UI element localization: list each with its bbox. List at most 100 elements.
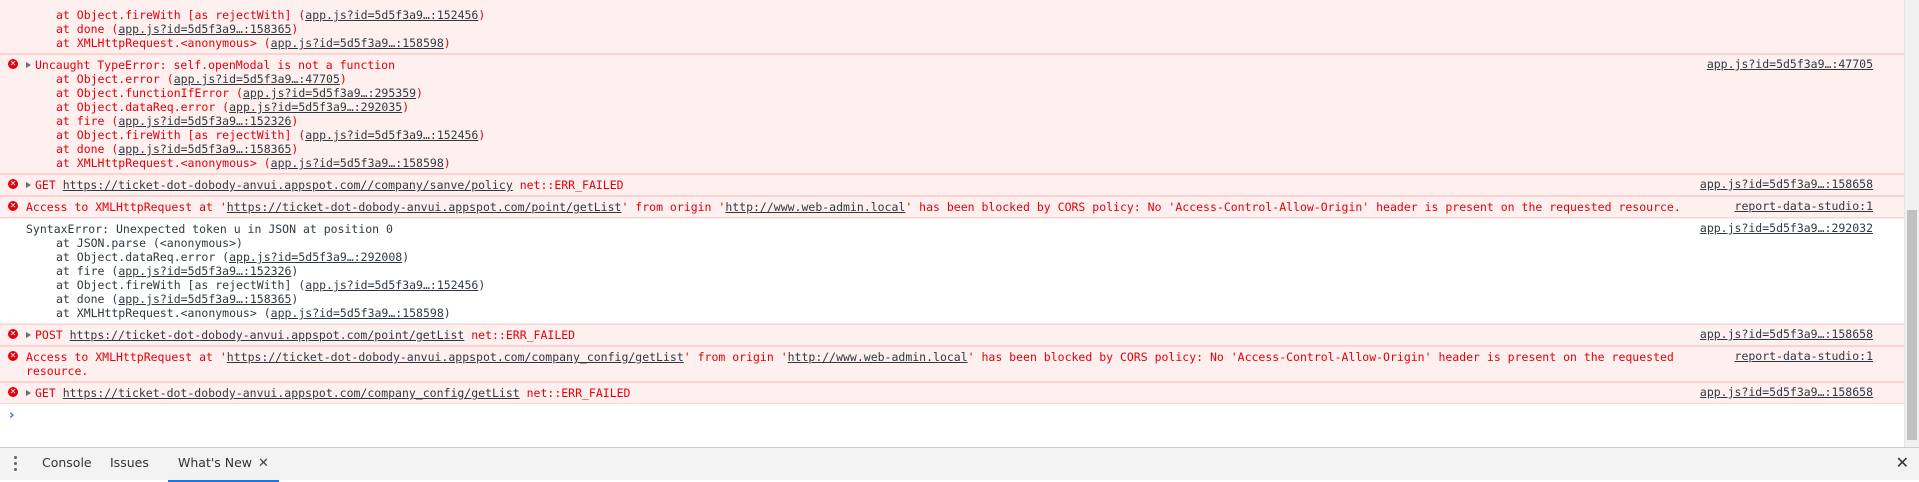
console-messages[interactable]: at Object.fireWith [as rejectWith] (app.…: [0, 0, 1905, 447]
stack-frame-text: at fire: [56, 264, 112, 278]
stack-frame: at XMLHttpRequest.<anonymous> (app.js?id…: [56, 36, 451, 50]
console-log-syntaxerror[interactable]: SyntaxError: Unexpected token u in JSON …: [0, 218, 1905, 324]
http-method: POST: [35, 328, 63, 342]
console-message[interactable]: GET https://ticket-dot-dobody-anvui.apps…: [0, 178, 1905, 192]
stack-frame-link[interactable]: app.js?id=5d5f3a9…:152456: [305, 128, 478, 142]
tab-label: Issues: [110, 455, 149, 470]
stack-frame-text: at done: [56, 292, 112, 306]
tab-whats-new[interactable]: What's New ✕: [168, 448, 279, 482]
stack-frame-link[interactable]: app.js?id=5d5f3a9…:158365: [118, 292, 291, 306]
console-message[interactable]: Uncaught TypeError: self.openModal is no…: [0, 58, 1905, 72]
origin-link[interactable]: http://www.web-admin.local: [788, 350, 968, 364]
error-icon: ✕: [8, 329, 18, 339]
stack-frame-link[interactable]: app.js?id=5d5f3a9…:152456: [305, 8, 478, 22]
expand-triangle-icon[interactable]: [26, 61, 31, 68]
network-status: net::ERR_FAILED: [526, 386, 631, 400]
stack-frame: at Object.fireWith [as rejectWith] (app.…: [56, 8, 486, 22]
stack-frame-text: at Object.fireWith [as rejectWith]: [56, 8, 299, 22]
console-message[interactable]: POST https://ticket-dot-dobody-anvui.app…: [0, 328, 1905, 342]
source-link[interactable]: app.js?id=5d5f3a9…:158658: [1700, 327, 1873, 341]
stack-frame-text: at XMLHttpRequest.<anonymous>: [56, 36, 264, 50]
stack-frame-link[interactable]: app.js?id=5d5f3a9…:158598: [271, 156, 444, 170]
tab-issues[interactable]: Issues: [100, 448, 159, 480]
console-message[interactable]: Access to XMLHttpRequest at 'https://tic…: [0, 350, 1905, 378]
stack-frame-link[interactable]: app.js?id=5d5f3a9…:158365: [118, 22, 291, 36]
stack-frame-text: at fire: [56, 114, 112, 128]
stack-frame: at Object.fireWith [as rejectWith] (app.…: [56, 278, 486, 292]
console-prompt[interactable]: ›: [0, 404, 1905, 424]
stack-frame-link[interactable]: app.js?id=5d5f3a9…:152456: [305, 278, 478, 292]
request-url-link[interactable]: https://ticket-dot-dobody-anvui.appspot.…: [63, 178, 513, 192]
message-text: Uncaught TypeError: self.openModal is no…: [35, 58, 396, 72]
expand-triangle-icon[interactable]: [26, 389, 31, 396]
request-url-link[interactable]: https://ticket-dot-dobody-anvui.appspot.…: [227, 350, 684, 364]
stack-frame: at done (app.js?id=5d5f3a9…:158365): [56, 292, 299, 306]
stack-frame: at done (app.js?id=5d5f3a9…:158365): [56, 22, 299, 36]
message-text: SyntaxError: Unexpected token u in JSON …: [26, 222, 393, 236]
stack-frame-text: at Object.dataReq.error: [56, 250, 223, 264]
console-error-stack-tail: at Object.fireWith [as rejectWith] (app.…: [0, 0, 1905, 54]
request-url-link[interactable]: https://ticket-dot-dobody-anvui.appspot.…: [63, 386, 520, 400]
stack-frame: at fire (app.js?id=5d5f3a9…:152326): [56, 264, 299, 278]
stack-frame-text: at done: [56, 22, 112, 36]
stack-frame-text: at Object.error: [56, 72, 167, 86]
source-link[interactable]: app.js?id=5d5f3a9…:292032: [1700, 221, 1873, 235]
console-message[interactable]: GET https://ticket-dot-dobody-anvui.apps…: [0, 386, 1905, 400]
stack-frame-link[interactable]: app.js?id=5d5f3a9…:152326: [118, 114, 291, 128]
console-error-typeerror[interactable]: ✕ Uncaught TypeError: self.openModal is …: [0, 54, 1905, 174]
stack-frame-link[interactable]: app.js?id=5d5f3a9…:158598: [271, 36, 444, 50]
source-link[interactable]: app.js?id=5d5f3a9…:158658: [1700, 177, 1873, 191]
message-text: Access to XMLHttpRequest at ': [26, 350, 227, 364]
stack-frame-link[interactable]: app.js?id=5d5f3a9…:152326: [118, 264, 291, 278]
message-text: ' from origin ': [621, 200, 726, 214]
tab-label: Console: [42, 455, 92, 470]
console-message[interactable]: Access to XMLHttpRequest at 'https://tic…: [0, 200, 1905, 214]
console-error-cors[interactable]: ✕ Access to XMLHttpRequest at 'https://t…: [0, 346, 1905, 382]
stack-frame: at Object.dataReq.error (app.js?id=5d5f3…: [56, 250, 410, 264]
more-vert-icon[interactable]: [14, 456, 17, 474]
stack-frame-text: at Object.dataReq.error: [56, 100, 223, 114]
error-icon: ✕: [8, 59, 18, 69]
stack-frame-text: at done: [56, 142, 112, 156]
network-status: net::ERR_FAILED: [519, 178, 624, 192]
tab-label: What's New: [178, 455, 253, 470]
stack-frame-link[interactable]: app.js?id=5d5f3a9…:47705: [174, 72, 340, 86]
http-method: GET: [35, 178, 56, 192]
console-message[interactable]: SyntaxError: Unexpected token u in JSON …: [0, 222, 1905, 236]
stack-frame-text: at XMLHttpRequest.<anonymous>: [56, 156, 264, 170]
stack-frame-text: at Object.functionIfError: [56, 86, 237, 100]
close-icon[interactable]: ✕: [1896, 453, 1909, 472]
expand-triangle-icon[interactable]: [26, 331, 31, 338]
message-text: Access to XMLHttpRequest at ': [26, 200, 227, 214]
stack-frame: at XMLHttpRequest.<anonymous> (app.js?id…: [56, 306, 451, 320]
stack-frame-link[interactable]: app.js?id=5d5f3a9…:295359: [243, 86, 416, 100]
console-error-network-post[interactable]: ✕ POST https://ticket-dot-dobody-anvui.a…: [0, 324, 1905, 346]
stack-frame-text: at Object.fireWith [as rejectWith]: [56, 278, 299, 292]
stack-frame-link[interactable]: app.js?id=5d5f3a9…:158598: [271, 306, 444, 320]
tab-console[interactable]: Console: [32, 448, 102, 480]
request-url-link[interactable]: https://ticket-dot-dobody-anvui.appspot.…: [227, 200, 622, 214]
stack-frame: at Object.dataReq.error (app.js?id=5d5f3…: [56, 100, 410, 114]
source-link[interactable]: app.js?id=5d5f3a9…:47705: [1707, 57, 1873, 71]
stack-frame: [0, 1, 1905, 8]
close-icon[interactable]: ✕: [258, 456, 269, 471]
stack-frame-link[interactable]: app.js?id=5d5f3a9…:292035: [229, 100, 402, 114]
stack-frame-link[interactable]: app.js?id=5d5f3a9…:158365: [118, 142, 291, 156]
prompt-chevron-icon: ›: [9, 408, 15, 423]
source-link[interactable]: report-data-studio:1: [1735, 199, 1873, 213]
console-scrollbar[interactable]: [1904, 0, 1919, 447]
message-text: ' from origin ': [683, 350, 788, 364]
console-error-network-get[interactable]: ✕ GET https://ticket-dot-dobody-anvui.ap…: [0, 382, 1905, 404]
request-url-link[interactable]: https://ticket-dot-dobody-anvui.appspot.…: [70, 328, 465, 342]
source-link[interactable]: report-data-studio:1: [1735, 349, 1873, 363]
stack-frame-text: at XMLHttpRequest.<anonymous>: [56, 306, 264, 320]
console-error-cors[interactable]: ✕ Access to XMLHttpRequest at 'https://t…: [0, 196, 1905, 218]
stack-frame-link[interactable]: app.js?id=5d5f3a9…:292008: [229, 250, 402, 264]
origin-link[interactable]: http://www.web-admin.local: [725, 200, 905, 214]
stack-frame: at done (app.js?id=5d5f3a9…:158365): [56, 142, 299, 156]
error-icon: ✕: [8, 387, 18, 397]
source-link[interactable]: app.js?id=5d5f3a9…:158658: [1700, 385, 1873, 399]
console-error-network-get[interactable]: ✕ GET https://ticket-dot-dobody-anvui.ap…: [0, 174, 1905, 196]
scrollbar-thumb[interactable]: [1907, 210, 1917, 440]
expand-triangle-icon[interactable]: [26, 181, 31, 188]
